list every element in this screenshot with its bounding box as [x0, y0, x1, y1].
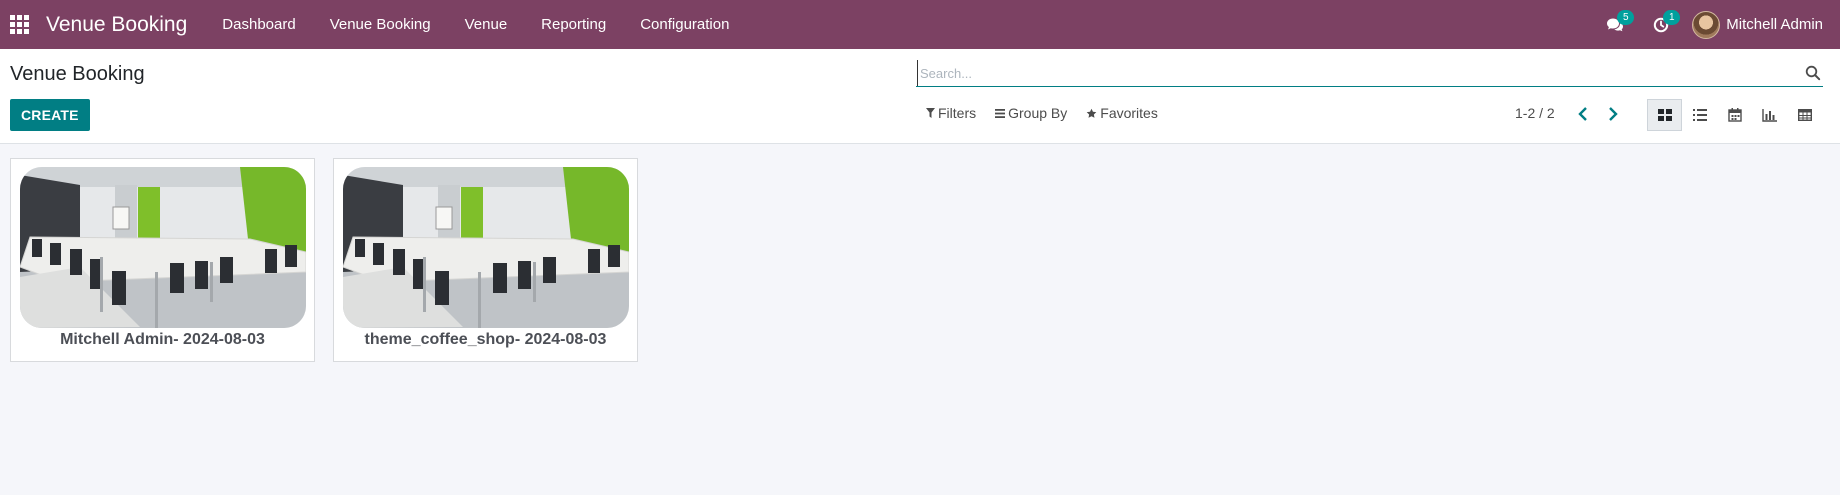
venue-image	[20, 167, 306, 328]
view-list-button[interactable]	[1682, 99, 1717, 131]
kanban-record[interactable]: Mitchell Admin- 2024-08-03	[10, 158, 315, 362]
filters-button[interactable]: Filters	[926, 105, 976, 121]
avatar	[1692, 10, 1721, 39]
search-icon[interactable]	[1805, 65, 1821, 81]
view-graph-button[interactable]	[1752, 99, 1787, 131]
menu-item-venue-booking[interactable]: Venue Booking	[313, 0, 448, 49]
kanban-record[interactable]: theme_coffee_shop- 2024-08-03	[333, 158, 638, 362]
search-bar	[916, 60, 1823, 87]
view-kanban-button[interactable]	[1647, 99, 1682, 131]
favorites-label: Favorites	[1100, 105, 1158, 121]
menu-item-reporting[interactable]: Reporting	[524, 0, 623, 49]
menu-item-dashboard[interactable]: Dashboard	[205, 0, 312, 49]
filters-label: Filters	[938, 105, 977, 121]
list-icon	[1692, 109, 1707, 121]
calendar-icon	[1727, 108, 1742, 122]
table-icon	[1797, 109, 1812, 121]
pager-value[interactable]: 1-2 / 2	[1515, 105, 1555, 121]
create-button[interactable]: CREATE	[10, 99, 90, 131]
user-name: Mitchell Admin	[1726, 16, 1823, 33]
control-panel: Venue Booking CREATE Filters Group By Fa…	[0, 49, 1840, 144]
bar-chart-icon	[1762, 108, 1777, 122]
apps-menu-icon[interactable]	[0, 0, 38, 49]
messages-button[interactable]: 5	[1592, 0, 1638, 49]
group-by-label: Group By	[1008, 105, 1068, 121]
search-input[interactable]	[917, 60, 1777, 86]
app-title[interactable]: Venue Booking	[46, 13, 187, 37]
menu-item-venue[interactable]: Venue	[448, 0, 525, 49]
breadcrumb: Venue Booking	[10, 63, 145, 85]
menu-item-configuration[interactable]: Configuration	[623, 0, 746, 49]
bars-icon	[995, 108, 1006, 118]
star-icon	[1086, 108, 1097, 118]
messages-count-badge: 5	[1617, 10, 1635, 25]
kanban-view: Mitchell Admin- 2024-08-03 theme_coffee_…	[10, 158, 656, 362]
filter-icon	[926, 108, 935, 118]
record-title: Mitchell Admin- 2024-08-03	[60, 331, 265, 348]
view-switcher	[1647, 99, 1822, 131]
user-menu[interactable]: Mitchell Admin	[1692, 10, 1823, 39]
search-options: Filters Group By Favorites	[926, 105, 1177, 121]
systray: 5 1 Mitchell Admin	[1592, 0, 1840, 49]
group-by-button[interactable]: Group By	[995, 105, 1067, 121]
favorites-button[interactable]: Favorites	[1086, 105, 1158, 121]
record-title: theme_coffee_shop- 2024-08-03	[364, 331, 607, 348]
activities-button[interactable]: 1	[1638, 0, 1684, 49]
chevron-left-icon[interactable]	[1576, 105, 1590, 123]
kanban-icon	[1657, 109, 1672, 121]
venue-image	[343, 167, 629, 328]
view-pivot-button[interactable]	[1787, 99, 1822, 131]
top-navbar: Venue Booking Dashboard Venue Booking Ve…	[0, 0, 1840, 49]
activities-count-badge: 1	[1663, 10, 1681, 25]
main-menu: Dashboard Venue Booking Venue Reporting …	[205, 0, 746, 49]
chevron-right-icon[interactable]	[1606, 105, 1620, 123]
view-calendar-button[interactable]	[1717, 99, 1752, 131]
